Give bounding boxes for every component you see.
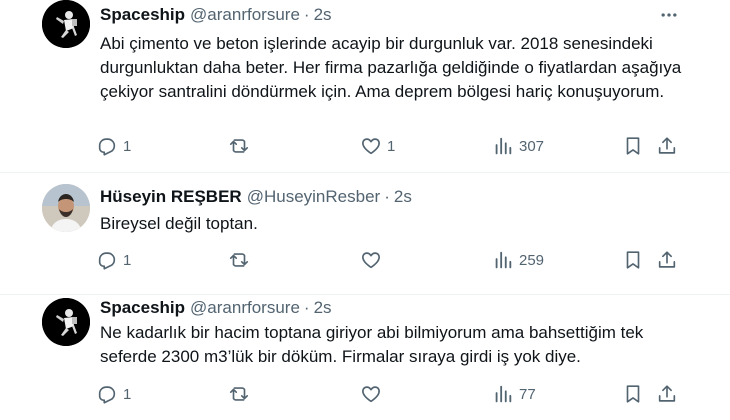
- author-handle[interactable]: @aranrforsure: [190, 298, 300, 318]
- reply-icon: [98, 252, 116, 270]
- avatar[interactable]: [42, 0, 90, 48]
- view-count: 77: [519, 385, 536, 403]
- retweet-button[interactable]: [228, 382, 255, 406]
- like-button[interactable]: 1: [360, 134, 395, 158]
- tweet-actions: 1 259: [0, 248, 730, 272]
- more-horizontal-icon: [661, 13, 677, 17]
- tweet-header: Hüseyin REŞBER @HuseyinResber · 2s: [100, 186, 412, 208]
- author-name[interactable]: Spaceship: [100, 298, 185, 318]
- share-button[interactable]: [656, 248, 678, 272]
- heart-icon: [362, 252, 380, 269]
- views-button[interactable]: 77: [492, 382, 536, 406]
- heart-icon: [362, 386, 380, 403]
- author-name[interactable]: Hüseyin REŞBER: [100, 187, 242, 207]
- tweet[interactable]: Hüseyin REŞBER @HuseyinResber · 2s Birey…: [0, 172, 730, 294]
- reply-button[interactable]: 1: [96, 382, 131, 406]
- share-button[interactable]: [656, 134, 678, 158]
- reply-button[interactable]: 1: [96, 134, 131, 158]
- reply-icon: [98, 386, 116, 404]
- tweet[interactable]: Spaceship @aranrforsure · 2s Abi çimento…: [0, 0, 730, 172]
- separator-dot: ·: [384, 187, 390, 206]
- separator-dot: ·: [303, 5, 310, 24]
- view-count: 259: [519, 251, 545, 269]
- retweet-button[interactable]: [228, 248, 255, 272]
- tweet-text: Abi çimento ve beton işlerinde acayip bi…: [100, 34, 682, 101]
- astronaut-avatar-icon: [42, 0, 90, 48]
- tweet-actions: 1 77: [0, 382, 730, 406]
- share-icon: [658, 137, 676, 154]
- views-icon: [495, 385, 512, 403]
- views-icon: [495, 137, 512, 155]
- retweet-button[interactable]: [228, 134, 255, 158]
- reply-count: 1: [123, 137, 132, 155]
- view-count: 307: [519, 137, 545, 155]
- author-handle[interactable]: @HuseyinResber: [247, 187, 380, 207]
- tweet-timestamp[interactable]: 2s: [314, 5, 332, 25]
- bookmark-icon: [626, 385, 640, 403]
- author-name[interactable]: Spaceship: [100, 5, 185, 25]
- views-button[interactable]: 259: [492, 248, 544, 272]
- bookmark-button[interactable]: [622, 248, 644, 272]
- person-avatar-icon: [42, 184, 90, 232]
- tweet-actions: 1 1 307: [0, 134, 730, 158]
- retweet-icon: [229, 387, 249, 401]
- tweet-header: Spaceship @aranrforsure · 2s: [100, 4, 332, 26]
- bookmark-icon: [626, 251, 640, 269]
- reply-count: 1: [123, 385, 132, 403]
- reply-count: 1: [123, 251, 132, 269]
- reply-button[interactable]: 1: [96, 248, 131, 272]
- share-icon: [658, 385, 676, 402]
- bookmark-icon: [626, 137, 640, 155]
- more-options-button[interactable]: [656, 4, 682, 26]
- avatar[interactable]: [42, 184, 90, 232]
- separator-dot: ·: [303, 298, 310, 317]
- share-icon: [658, 251, 676, 268]
- tweet-text: Ne kadarlık bir hacim toptana giriyor ab…: [100, 323, 644, 366]
- astronaut-avatar-icon: [42, 298, 90, 346]
- tweet[interactable]: Spaceship @aranrforsure · 2s Ne kadarlık…: [0, 294, 730, 420]
- bookmark-button[interactable]: [622, 134, 644, 158]
- views-icon: [495, 251, 512, 269]
- retweet-icon: [229, 253, 249, 267]
- tweet-text: Bireysel değil toptan.: [100, 214, 258, 233]
- avatar[interactable]: [42, 298, 90, 346]
- retweet-icon: [229, 139, 249, 153]
- reply-icon: [98, 138, 116, 156]
- like-button[interactable]: [360, 382, 387, 406]
- share-button[interactable]: [656, 382, 678, 406]
- heart-icon: [362, 138, 380, 155]
- views-button[interactable]: 307: [492, 134, 544, 158]
- like-button[interactable]: [360, 248, 387, 272]
- tweet-thread: Spaceship @aranrforsure · 2s Abi çimento…: [0, 0, 730, 420]
- like-count: 1: [387, 137, 396, 155]
- tweet-header: Spaceship @aranrforsure · 2s: [100, 297, 332, 319]
- bookmark-button[interactable]: [622, 382, 644, 406]
- tweet-timestamp[interactable]: 2s: [314, 298, 332, 318]
- tweet-timestamp[interactable]: 2s: [394, 187, 412, 207]
- author-handle[interactable]: @aranrforsure: [190, 5, 300, 25]
